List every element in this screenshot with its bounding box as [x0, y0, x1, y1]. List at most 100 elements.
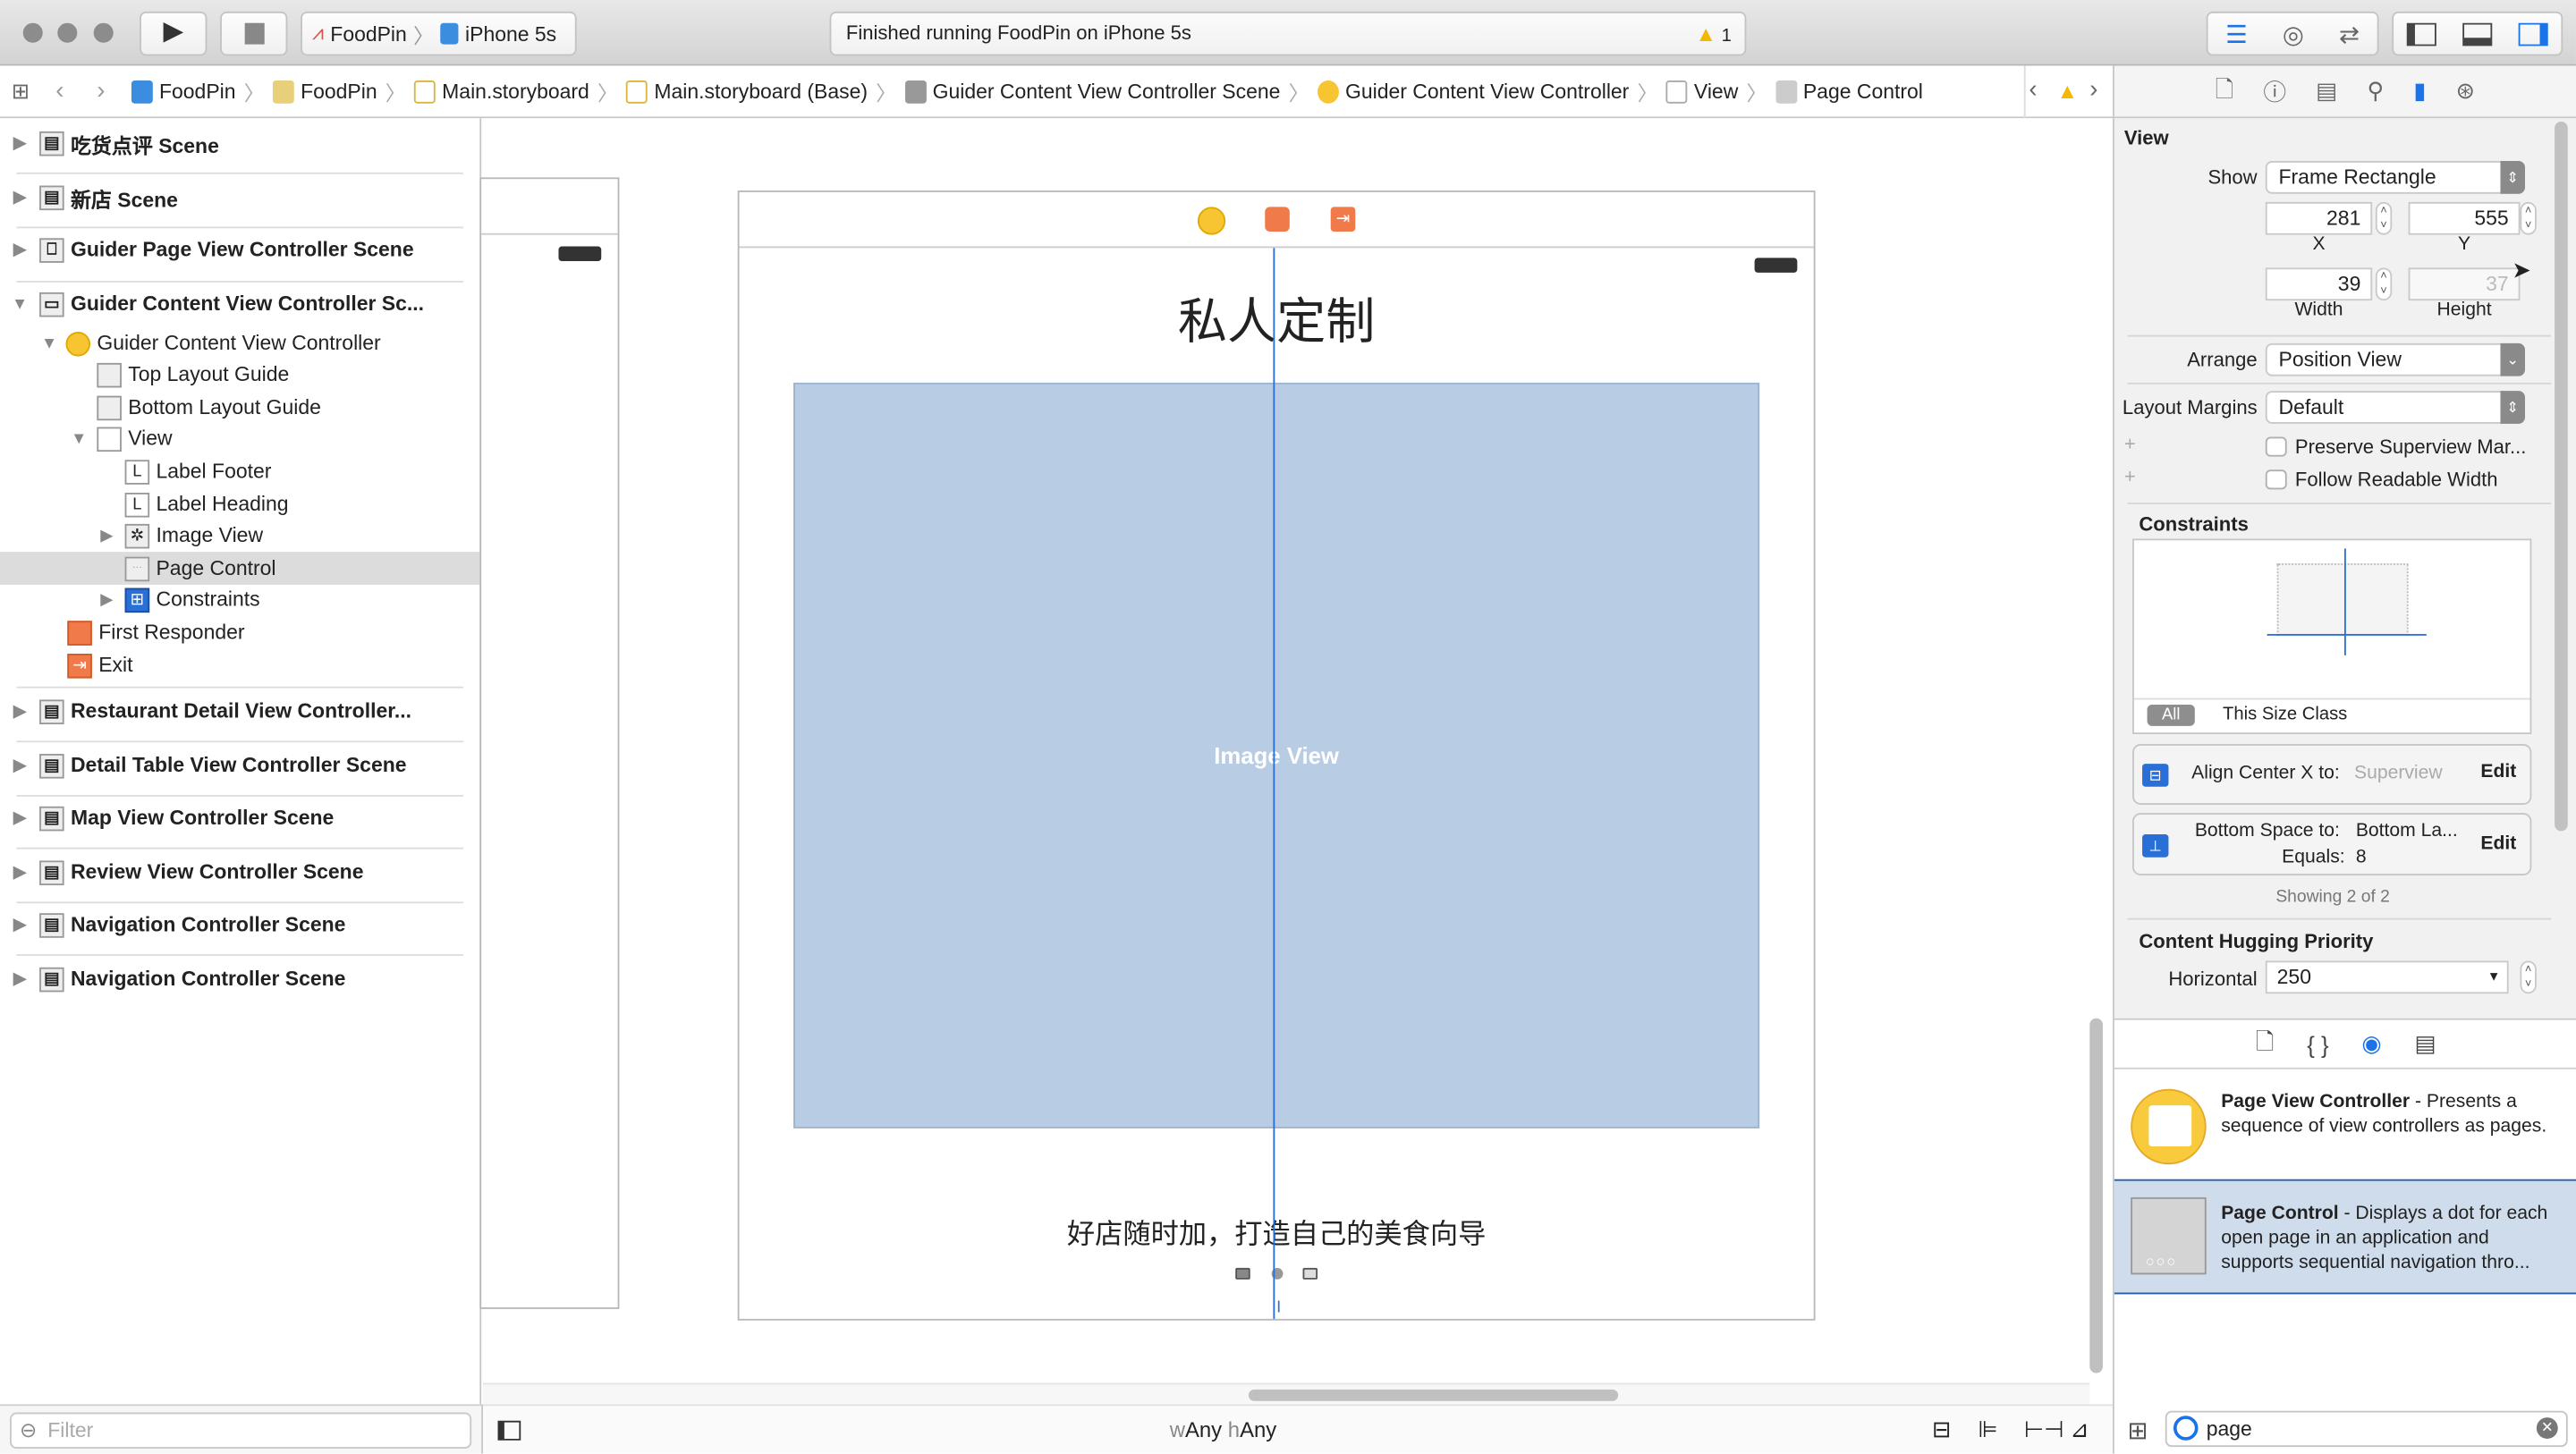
this-size-class-button[interactable]: This Size Class — [2223, 705, 2347, 724]
tree-item-image-view[interactable]: ▶ ✲ Image View — [0, 519, 481, 552]
tree-item-first-responder[interactable]: First Responder — [0, 616, 481, 649]
outline-toggle-icon[interactable] — [497, 1420, 521, 1441]
disclosure-triangle-icon[interactable]: ▶ — [10, 702, 30, 720]
scene-row[interactable]: ▶ ▤ Map View Controller Scene — [0, 797, 481, 840]
scene-row[interactable]: ▶ ▤ Navigation Controller Scene — [0, 903, 481, 946]
warning-indicator[interactable]: ▲ 1 — [1695, 13, 1732, 58]
horizontal-scroll-thumb[interactable] — [1248, 1389, 1619, 1401]
edit-button[interactable]: Edit — [2480, 762, 2516, 782]
breadcrumb-group[interactable]: FoodPin — [269, 80, 380, 103]
preserve-superview-margins-checkbox[interactable] — [2265, 436, 2287, 457]
tree-item-page-control[interactable]: ··· Page Control — [0, 552, 482, 585]
grid-view-toggle-icon[interactable]: ⊞ — [2128, 1416, 2148, 1445]
disclosure-triangle-icon[interactable]: ▶ — [10, 970, 30, 988]
breadcrumb-controller[interactable]: Guider Content View Controller — [1314, 80, 1632, 103]
object-library-icon[interactable]: ◉ — [2361, 1030, 2381, 1058]
constraint-align-center-x[interactable]: ⊟ Align Center X to: Superview Edit — [2132, 744, 2532, 805]
related-items-icon[interactable]: ⊞ — [12, 78, 30, 104]
disclosure-triangle-icon[interactable]: ▶ — [10, 863, 30, 881]
pin-icon[interactable]: ⊢⊣ — [2024, 1416, 2064, 1443]
disclosure-triangle-icon[interactable]: ▶ — [10, 241, 30, 258]
tree-item-label-heading[interactable]: L Label Heading — [0, 487, 481, 520]
disclosure-triangle-icon[interactable]: ▶ — [10, 757, 30, 774]
disclosure-triangle-open-icon[interactable]: ▼ — [10, 295, 30, 313]
stop-button[interactable] — [220, 11, 288, 56]
adjacent-scene[interactable] — [479, 177, 620, 1309]
tree-item-exit[interactable]: ⇥ Exit — [0, 648, 481, 681]
breadcrumb-scene[interactable]: Guider Content View Controller Scene — [902, 80, 1284, 103]
file-inspector-icon[interactable]: 🗋 — [2216, 72, 2234, 111]
previous-issue-button[interactable]: ‹ — [2029, 75, 2037, 103]
first-responder-icon[interactable] — [1265, 207, 1290, 232]
layout-margins-popup[interactable]: Default ⇕ — [2265, 391, 2526, 424]
disclosure-triangle-icon[interactable]: ▶ — [10, 188, 30, 206]
scene-row[interactable]: ▶ ▤ 新店 Scene — [0, 176, 481, 219]
next-issue-button[interactable]: › — [2089, 75, 2097, 103]
resize-handle[interactable] — [1235, 1267, 1250, 1279]
disclosure-triangle-icon[interactable]: ▶ — [10, 916, 30, 934]
horizontal-hugging-combo[interactable]: 250 ▼ — [2265, 960, 2509, 994]
horizontal-hugging-stepper[interactable]: ˄ ˅ — [2520, 960, 2537, 994]
width-field[interactable]: 39 — [2265, 267, 2373, 301]
follow-readable-width-checkbox[interactable] — [2265, 469, 2287, 490]
breadcrumb-page-control[interactable]: Page Control — [1772, 80, 1927, 103]
forward-button[interactable]: › — [97, 77, 105, 105]
scene-row[interactable]: ▶ ▤ Navigation Controller Scene — [0, 958, 481, 1001]
guider-content-scene[interactable]: ⇥ 私人定制 Image View 好店随时加，打造自己的美食向导 I — [737, 190, 1816, 1321]
assistant-editor-icon[interactable]: ◎ — [2283, 19, 2304, 48]
tree-item-constraints[interactable]: ▶ ⊞ Constraints — [0, 583, 481, 616]
resolve-issues-icon[interactable]: ⊿ — [2070, 1416, 2089, 1443]
page-control[interactable] — [1235, 1263, 1318, 1282]
attributes-inspector-icon[interactable]: ⚲ — [2367, 77, 2384, 105]
y-stepper[interactable]: ˄ ˅ — [2520, 201, 2537, 235]
scene-row[interactable]: ▶ ▤ 吃货点评 Scene — [0, 122, 481, 165]
close-window-button[interactable] — [22, 22, 43, 43]
breadcrumb-view[interactable]: View — [1663, 80, 1741, 103]
disclosure-triangle-icon[interactable]: ▶ — [10, 809, 30, 827]
x-stepper[interactable]: ˄ ˅ — [2375, 201, 2393, 235]
zoom-window-button[interactable] — [93, 22, 114, 43]
navigator-toggle-icon[interactable] — [2406, 21, 2436, 46]
view-controller-icon[interactable] — [1197, 207, 1226, 235]
scene-row[interactable]: ▶ ▤ Restaurant Detail View Controller... — [0, 689, 481, 732]
stack-icon[interactable]: ⊟ — [1932, 1416, 1952, 1443]
minimize-window-button[interactable] — [57, 22, 78, 43]
standard-editor-icon[interactable]: ☰ — [2225, 19, 2248, 48]
image-view[interactable]: Image View — [793, 382, 1760, 1129]
exit-icon[interactable]: ⇥ — [1330, 207, 1356, 232]
quick-help-icon[interactable]: ⓘ — [2263, 75, 2286, 108]
file-template-icon[interactable]: 🗋 — [2256, 1024, 2275, 1063]
label-footer[interactable]: 好店随时加，打造自己的美食向导 — [740, 1211, 1814, 1252]
height-field[interactable]: 37 — [2408, 267, 2521, 301]
disclosure-triangle-icon[interactable]: ▶ — [10, 134, 30, 152]
tree-item-bottom-layout-guide[interactable]: Bottom Layout Guide — [0, 391, 481, 424]
library-item-page-view-controller[interactable]: Page View Controller - Presents a sequen… — [2114, 1069, 2576, 1179]
scene-row[interactable]: ▶ ▤ Review View Controller Scene — [0, 850, 481, 893]
width-stepper[interactable]: ˄ ˅ — [2375, 267, 2393, 301]
code-snippet-icon[interactable]: { } — [2307, 1031, 2328, 1057]
constraint-bottom-space[interactable]: ⊥ Bottom Space to: Bottom La... Equals: … — [2132, 813, 2532, 875]
scene-row[interactable]: ▶ ⎕ Guider Page View Controller Scene — [0, 228, 481, 271]
tree-item-view[interactable]: ▼ View — [0, 422, 481, 455]
all-size-classes-button[interactable]: All — [2147, 704, 2195, 726]
size-class-control[interactable]: wAny hAny — [1170, 1417, 1277, 1442]
arrange-popup[interactable]: Position View ⌄ — [2265, 342, 2526, 376]
breadcrumb-project[interactable]: FoodPin — [128, 80, 239, 103]
library-search-input[interactable]: page ✕ — [2165, 1410, 2568, 1448]
disclosure-triangle-open-icon[interactable]: ▼ — [39, 334, 59, 352]
tree-item-top-layout-guide[interactable]: Top Layout Guide — [0, 358, 481, 391]
clear-search-icon[interactable]: ✕ — [2536, 1417, 2558, 1439]
media-library-icon[interactable]: ▤ — [2414, 1030, 2436, 1058]
debug-toggle-icon[interactable] — [2462, 21, 2493, 46]
horizontal-scrollbar[interactable] — [482, 1382, 2090, 1405]
back-button[interactable]: ‹ — [55, 77, 64, 105]
tree-item-label-footer[interactable]: L Label Footer — [0, 455, 481, 488]
tree-item-controller[interactable]: ▼ Guider Content View Controller — [0, 327, 481, 360]
edit-button[interactable]: Edit — [2480, 834, 2516, 854]
scene-row-expanded[interactable]: ▼ ▭ Guider Content View Controller Sc... — [0, 283, 481, 325]
align-icon[interactable]: ⊫ — [1978, 1416, 1997, 1443]
show-popup[interactable]: Frame Rectangle ⇕ — [2265, 160, 2526, 194]
scene-row[interactable]: ▶ ▤ Detail Table View Controller Scene — [0, 744, 481, 787]
scheme-selector[interactable]: ⩘ FoodPin 〉 iPhone 5s — [301, 11, 577, 56]
issue-warning-icon[interactable]: ▲ — [2057, 79, 2079, 104]
